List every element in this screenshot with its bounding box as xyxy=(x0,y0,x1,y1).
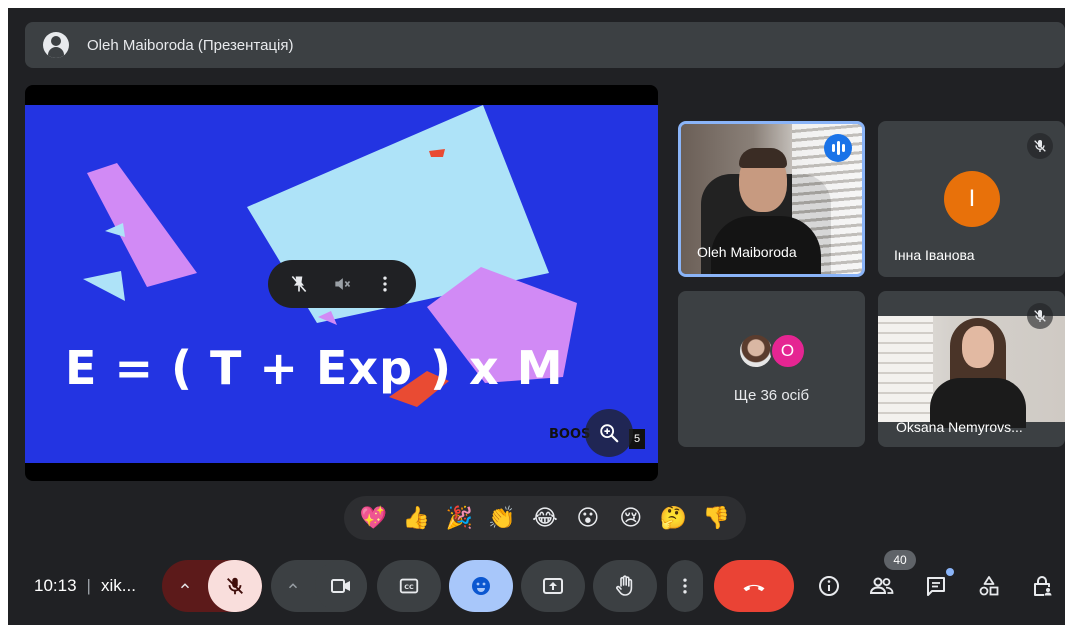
participant-tile-inna[interactable]: I Інна Іванова xyxy=(878,121,1065,277)
presenter-banner: Oleh Maiboroda (Презентація) xyxy=(25,22,1065,68)
camera-group xyxy=(271,560,367,612)
more-participants-tile[interactable]: O Ще 36 осіб xyxy=(678,291,865,447)
participant-name: Інна Іванова xyxy=(894,247,975,263)
reaction-clap[interactable]: 👏 xyxy=(486,507,518,529)
presenter-name: Oleh Maiboroda (Презентація) xyxy=(87,36,294,54)
send-reaction-button[interactable] xyxy=(449,560,513,612)
reactions-bar: 💖 👍 🎉 👏 😂 😮 😢 🤔 👎 xyxy=(344,496,746,540)
meeting-code: xik... xyxy=(100,576,136,595)
participant-tile-oleh[interactable]: Oleh Maiboroda xyxy=(678,121,865,277)
shapes-icon xyxy=(979,576,999,596)
reaction-thumbs-down[interactable]: 👎 xyxy=(700,507,732,529)
call-end-icon xyxy=(743,584,765,592)
speaking-indicator-icon xyxy=(824,134,852,162)
participant-name: Oleh Maiboroda xyxy=(697,244,797,260)
volume-off-icon xyxy=(335,278,351,290)
participants-count-badge: 40 xyxy=(884,550,916,570)
present-to-all-icon xyxy=(543,578,563,594)
mic-off-icon xyxy=(227,577,243,595)
chevron-up-icon xyxy=(288,583,298,589)
clock-time: 10:13 xyxy=(34,576,77,595)
raise-hand-button[interactable] xyxy=(593,560,657,612)
videocam-icon xyxy=(331,579,350,593)
participant-avatar xyxy=(737,333,774,369)
reaction-thumbs-up[interactable]: 👍 xyxy=(400,507,432,529)
closed-captions-icon: CC xyxy=(399,578,419,594)
mute-presentation-audio-button[interactable] xyxy=(326,268,358,300)
participant-tile-oksana[interactable]: Oksana Nemyrovs... xyxy=(878,291,1065,447)
chat-notification-dot xyxy=(946,568,954,576)
unpin-button[interactable] xyxy=(283,268,315,300)
zoom-in-button[interactable] xyxy=(585,409,633,457)
participant-name: Oksana Nemyrovs... xyxy=(896,419,1023,435)
svg-text:CC: CC xyxy=(404,583,414,591)
chevron-up-icon xyxy=(180,583,190,589)
more-vert-icon xyxy=(683,578,687,594)
present-screen-button[interactable] xyxy=(521,560,585,612)
reaction-laugh[interactable]: 😂 xyxy=(529,507,561,529)
participant-video xyxy=(878,316,1065,428)
audio-settings-button[interactable] xyxy=(162,560,208,612)
reaction-heart[interactable]: 💖 xyxy=(357,507,389,529)
mic-toggle-button[interactable] xyxy=(208,560,262,612)
captions-button[interactable]: CC xyxy=(377,560,441,612)
reaction-surprised[interactable]: 😮 xyxy=(572,507,604,529)
hand-icon xyxy=(616,575,633,596)
leave-call-button[interactable] xyxy=(714,560,794,612)
presentation-more-button[interactable] xyxy=(369,268,401,300)
participant-avatar: O xyxy=(769,333,806,369)
others-count-label: Ще 36 осіб xyxy=(733,387,810,404)
presentation-area: E = ( T + Exp ) x M BOOS 5 xyxy=(25,85,658,481)
camera-toggle-button[interactable] xyxy=(315,560,367,612)
video-person-face xyxy=(962,326,994,368)
mic-off-icon xyxy=(1027,133,1053,159)
separator: | xyxy=(86,576,91,595)
reaction-thinking[interactable]: 🤔 xyxy=(658,507,690,529)
more-vert-icon xyxy=(382,276,387,292)
reaction-sad[interactable]: 😢 xyxy=(615,507,647,529)
people-icon xyxy=(869,577,894,594)
chat-button[interactable] xyxy=(918,568,954,604)
zoom-in-icon xyxy=(600,424,619,443)
emoji-icon xyxy=(472,577,490,595)
participant-avatar: I xyxy=(944,171,1000,227)
lock-person-icon xyxy=(1034,576,1052,596)
people-button[interactable] xyxy=(864,568,900,604)
more-options-button[interactable] xyxy=(667,560,703,612)
reaction-party[interactable]: 🎉 xyxy=(443,507,475,529)
meeting-details-button[interactable] xyxy=(811,568,847,604)
activities-button[interactable] xyxy=(971,568,1007,604)
video-person-hair xyxy=(739,148,787,168)
chat-icon xyxy=(927,577,945,596)
slide-formula: E = ( T + Exp ) x M xyxy=(65,341,564,395)
presenter-avatar xyxy=(43,32,69,58)
video-settings-button[interactable] xyxy=(271,560,315,612)
pin-off-icon xyxy=(292,275,307,293)
meeting-info-text: 10:13 | xik... xyxy=(34,576,136,596)
mic-group xyxy=(162,560,262,612)
mic-off-icon xyxy=(1027,303,1053,329)
video-brick-wall xyxy=(878,316,933,422)
presentation-controls xyxy=(268,260,416,308)
host-controls-button[interactable] xyxy=(1024,568,1060,604)
meet-window: Oleh Maiboroda (Презентація) E = ( T + E… xyxy=(8,8,1065,625)
others-avatars: O xyxy=(678,333,865,369)
info-icon xyxy=(819,576,839,596)
